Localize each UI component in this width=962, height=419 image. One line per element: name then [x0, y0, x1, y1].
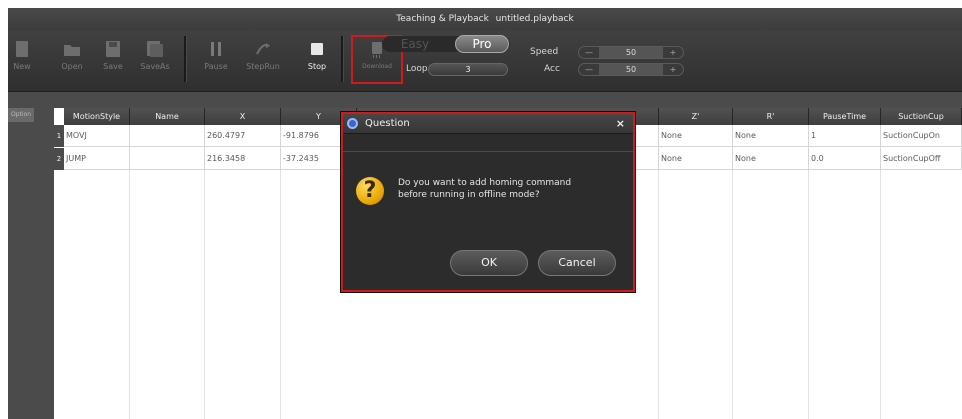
cell-motionstyle[interactable]: JUMP: [64, 148, 130, 170]
title-bar: Teaching & Playback untitled.playback: [8, 8, 962, 30]
save-label: Save: [103, 62, 123, 71]
row-number[interactable]: 2: [54, 148, 64, 170]
column-header-name[interactable]: Name: [130, 108, 205, 125]
teaching-playback-window: Teaching & Playback untitled.playback Ne…: [0, 0, 962, 419]
new-button[interactable]: New: [8, 36, 36, 80]
step-run-icon: [254, 40, 272, 58]
pause-icon: [207, 40, 225, 58]
acc-increase-button[interactable]: +: [663, 65, 683, 74]
column-header-motionstyle[interactable]: MotionStyle: [64, 108, 130, 125]
loop-input[interactable]: 3: [428, 63, 508, 76]
speed-stepper[interactable]: — 50 +: [578, 46, 684, 59]
dialog-title-bar: Question ×: [343, 114, 633, 134]
speed-label: Speed: [530, 47, 559, 57]
download-label: Download: [362, 63, 392, 70]
pause-button[interactable]: Pause: [200, 36, 232, 80]
acc-decrease-button[interactable]: —: [579, 65, 599, 74]
step-run-button[interactable]: StepRun: [242, 36, 284, 80]
toolbar-separator: [184, 36, 187, 82]
cell-x[interactable]: 216.3458: [205, 148, 281, 170]
step-run-label: StepRun: [246, 62, 280, 71]
save-icon: [104, 40, 122, 58]
column-header-r[interactable]: R': [733, 108, 809, 125]
acc-value[interactable]: 50: [599, 64, 663, 75]
open-button[interactable]: Open: [56, 36, 88, 80]
mode-pro-option[interactable]: Pro: [455, 35, 509, 53]
cancel-button[interactable]: Cancel: [538, 250, 616, 276]
column-header-suctioncup[interactable]: SuctionCup: [881, 108, 962, 125]
grid-top-bar: [54, 92, 962, 108]
row-number[interactable]: 1: [54, 125, 64, 147]
cell-r[interactable]: None: [733, 125, 809, 147]
window-filename: untitled.playback: [495, 14, 574, 24]
cell-motionstyle[interactable]: MOVJ: [64, 125, 130, 147]
save-as-button[interactable]: SaveAs: [136, 36, 174, 80]
acc-label: Acc: [544, 64, 560, 74]
dialog-message: Do you want to add homing command before…: [398, 177, 618, 201]
column-header-z[interactable]: Z': [659, 108, 733, 125]
speed-value[interactable]: 50: [599, 47, 663, 58]
question-dialog: Question × ? Do you want to add homing c…: [341, 112, 635, 292]
ok-button[interactable]: OK: [450, 250, 528, 276]
option-tab[interactable]: Option: [8, 108, 34, 122]
cell-x[interactable]: 260.4797: [205, 125, 281, 147]
loop-label: Loop: [406, 64, 428, 74]
column-header-x[interactable]: X: [205, 108, 281, 125]
save-button[interactable]: Save: [100, 36, 126, 80]
column-header-pausetime[interactable]: PauseTime: [809, 108, 881, 125]
cell-suctioncup[interactable]: SuctionCupOn: [881, 125, 962, 147]
left-panel: Option: [8, 92, 54, 419]
close-icon[interactable]: ×: [616, 114, 625, 134]
open-label: Open: [61, 62, 83, 71]
cell-pausetime[interactable]: 1: [809, 125, 881, 147]
question-icon: ?: [356, 177, 384, 205]
stop-label: Stop: [307, 62, 327, 71]
cell-name[interactable]: [130, 148, 205, 170]
acc-stepper[interactable]: — 50 +: [578, 63, 684, 76]
stop-icon: [308, 40, 326, 58]
folder-open-icon: [63, 40, 81, 58]
save-as-icon: [146, 40, 164, 58]
stop-button[interactable]: Stop: [304, 36, 330, 80]
cell-pausetime[interactable]: 0.0: [809, 148, 881, 170]
app-logo-icon: [347, 118, 358, 129]
dialog-divider: [343, 151, 633, 152]
cell-name[interactable]: [130, 125, 205, 147]
cell-z[interactable]: None: [659, 148, 733, 170]
toolbar-separator: [341, 36, 344, 82]
cell-suctioncup[interactable]: SuctionCupOff: [881, 148, 962, 170]
toolbar: New Open Save SaveAs Pause StepRun Stop …: [8, 30, 962, 92]
dialog-title: Question: [365, 118, 410, 129]
dialog-message-line2: before running in offline mode?: [398, 190, 540, 200]
new-label: New: [13, 62, 31, 71]
speed-decrease-button[interactable]: —: [579, 48, 599, 57]
new-file-icon: [13, 40, 31, 58]
save-as-label: SaveAs: [140, 62, 170, 71]
cell-r[interactable]: None: [733, 148, 809, 170]
mode-easy-option[interactable]: Easy: [385, 36, 445, 52]
speed-increase-button[interactable]: +: [663, 48, 683, 57]
dialog-message-line1: Do you want to add homing command: [398, 178, 572, 188]
pause-label: Pause: [204, 62, 228, 71]
cell-z[interactable]: None: [659, 125, 733, 147]
window-title: Teaching & Playback: [396, 14, 489, 24]
